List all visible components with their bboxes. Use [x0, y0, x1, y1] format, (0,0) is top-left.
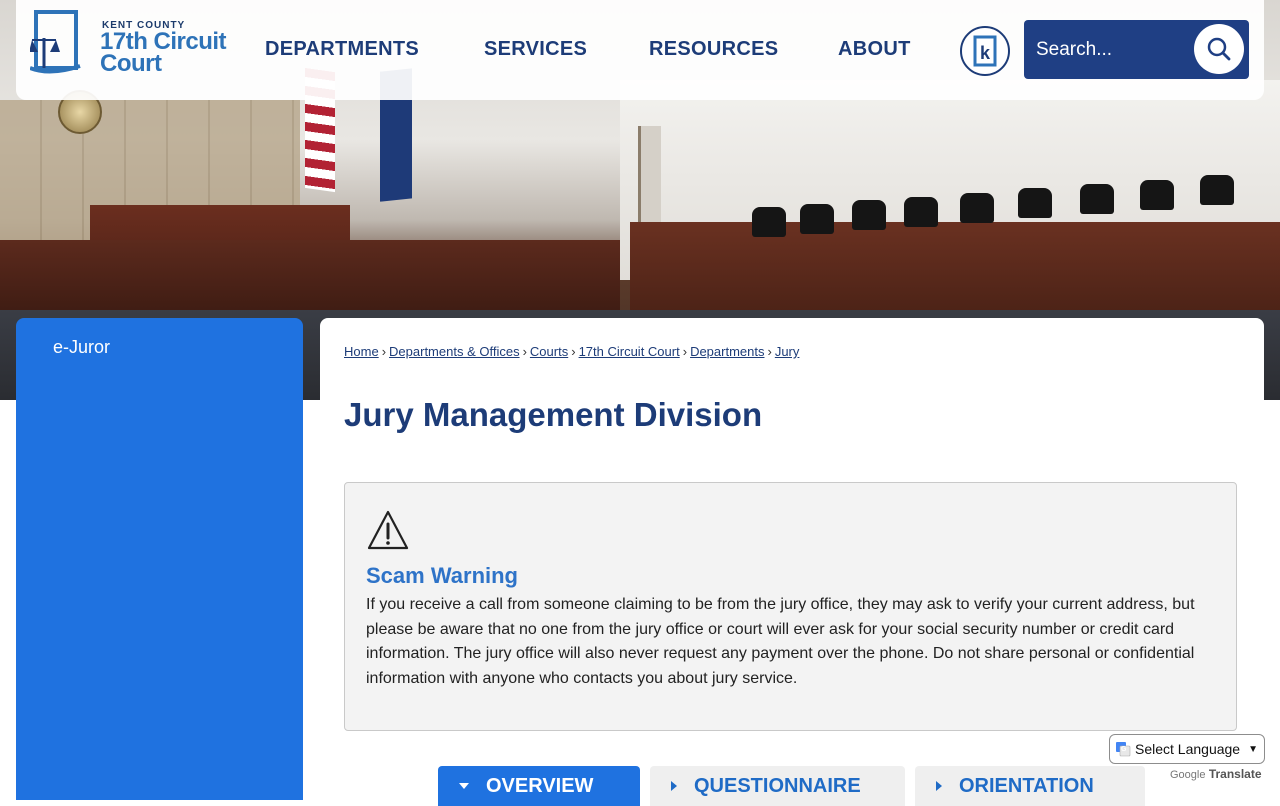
kent-county-k-icon: k [973, 35, 997, 67]
logo-court-name-line2: Court [100, 50, 162, 77]
sidebar-item-ejuror[interactable]: e-Juror [53, 337, 110, 358]
tab-overview[interactable]: OVERVIEW [438, 766, 640, 806]
nav-about[interactable]: ABOUT [838, 38, 911, 61]
alert-title: Scam Warning [366, 563, 518, 588]
google-brand: Google [1170, 769, 1206, 781]
scales-of-justice-icon [30, 10, 81, 74]
breadcrumb-courts[interactable]: Courts [530, 344, 568, 359]
search-box [1024, 20, 1249, 79]
search-button[interactable] [1194, 24, 1244, 74]
nav-services[interactable]: SERVICES [484, 38, 587, 61]
language-select[interactable]: G Select Language ▼ [1109, 734, 1265, 764]
breadcrumb-departments-offices[interactable]: Departments & Offices [389, 344, 520, 359]
breadcrumb-17th-circuit-court[interactable]: 17th Circuit Court [579, 344, 680, 359]
site-logo[interactable]: KENT COUNTY 17th Circuit Court [30, 10, 230, 77]
search-input[interactable] [1034, 28, 1198, 72]
top-navigation-bar: KENT COUNTY 17th Circuit Court DEPARTMEN… [16, 0, 1264, 100]
alert-body: If you receive a call from someone claim… [366, 596, 1195, 687]
translate-link[interactable]: Translate [1209, 767, 1262, 781]
breadcrumb: Home › Departments & Offices › Courts › 17th C… [344, 344, 800, 359]
tab-orientation-label: ORIENTATION [959, 774, 1094, 797]
scam-warning-alert: Scam Warning If you receive a call from … [344, 482, 1237, 731]
breadcrumb-departments[interactable]: Departments [690, 344, 764, 359]
tab-overview-label: OVERVIEW [486, 774, 594, 797]
chevron-down-icon: ▼ [1248, 743, 1258, 755]
sidebar: e-Juror [16, 318, 303, 800]
warning-icon [367, 510, 409, 550]
page-title: Jury Management Division [344, 396, 763, 433]
nav-departments[interactable]: DEPARTMENTS [265, 38, 419, 61]
tab-questionnaire-label: QUESTIONNAIRE [694, 774, 861, 797]
nav-resources[interactable]: RESOURCES [649, 38, 778, 61]
caret-right-icon [936, 781, 942, 791]
google-translate-credit: Google Translate [1170, 767, 1262, 781]
breadcrumb-jury[interactable]: Jury [775, 344, 800, 359]
caret-down-icon [459, 783, 469, 789]
tab-questionnaire[interactable]: QUESTIONNAIRE [650, 766, 905, 806]
svg-text:G: G [1121, 746, 1127, 753]
kent-county-badge-button[interactable]: k [960, 26, 1010, 76]
svg-text:k: k [980, 43, 991, 63]
main-content: Home › Departments & Offices › Courts › 17th C… [320, 318, 1264, 806]
caret-right-icon [671, 781, 677, 791]
tab-orientation[interactable]: ORIENTATION [915, 766, 1145, 806]
breadcrumb-home[interactable]: Home [344, 344, 379, 359]
search-icon [1207, 37, 1231, 61]
language-select-label: Select Language [1135, 741, 1241, 757]
google-translate-icon: G [1116, 742, 1131, 757]
